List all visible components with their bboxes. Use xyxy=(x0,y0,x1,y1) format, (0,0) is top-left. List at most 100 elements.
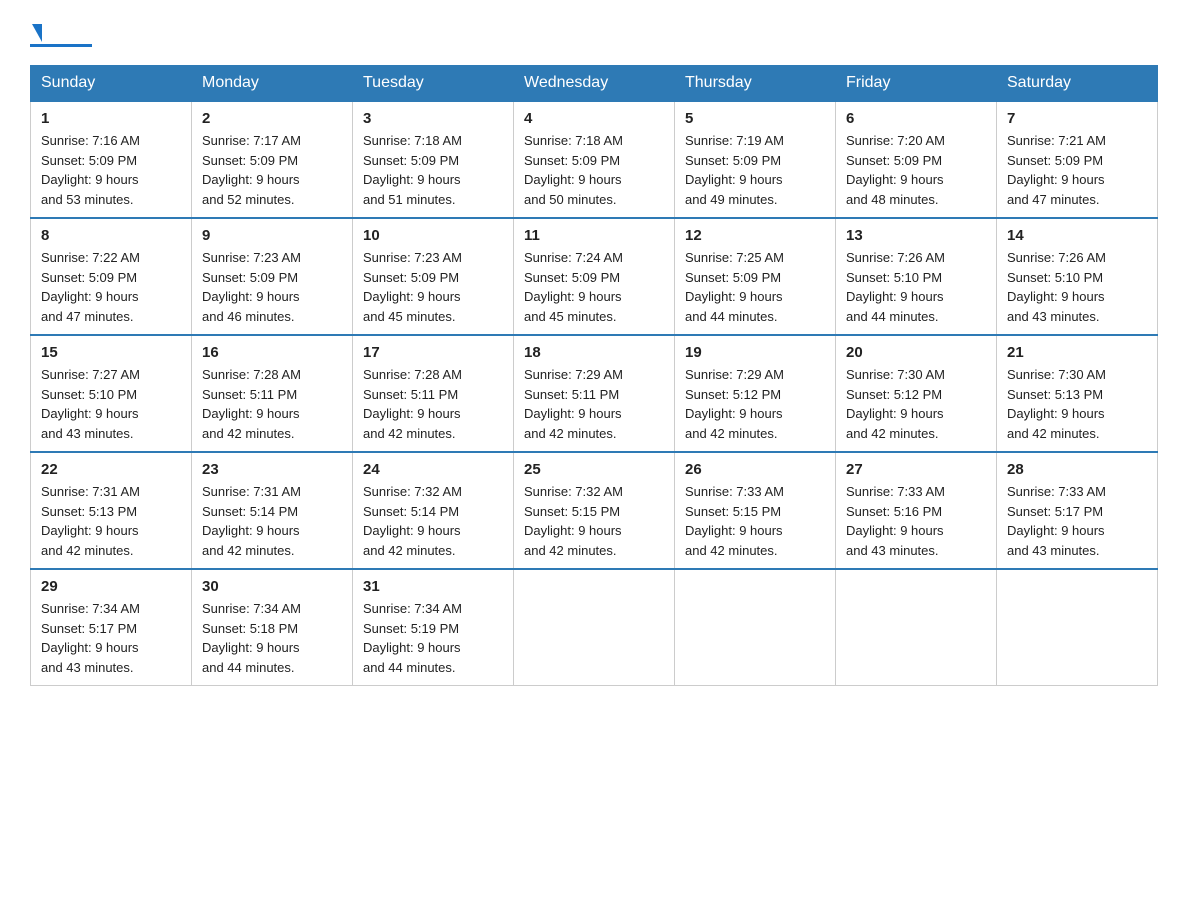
calendar-day-cell: 1 Sunrise: 7:16 AMSunset: 5:09 PMDayligh… xyxy=(31,101,192,218)
day-number: 12 xyxy=(685,227,825,244)
day-number: 7 xyxy=(1007,110,1147,127)
day-info: Sunrise: 7:34 AMSunset: 5:18 PMDaylight:… xyxy=(202,601,301,675)
day-number: 16 xyxy=(202,344,342,361)
day-number: 22 xyxy=(41,461,181,478)
calendar-day-cell xyxy=(675,569,836,686)
calendar-day-cell: 28 Sunrise: 7:33 AMSunset: 5:17 PMDaylig… xyxy=(997,452,1158,569)
day-number: 10 xyxy=(363,227,503,244)
calendar-day-cell: 22 Sunrise: 7:31 AMSunset: 5:13 PMDaylig… xyxy=(31,452,192,569)
calendar-week-row: 22 Sunrise: 7:31 AMSunset: 5:13 PMDaylig… xyxy=(31,452,1158,569)
day-number: 6 xyxy=(846,110,986,127)
calendar-header-cell: Friday xyxy=(836,66,997,102)
calendar-week-row: 15 Sunrise: 7:27 AMSunset: 5:10 PMDaylig… xyxy=(31,335,1158,452)
calendar-day-cell: 18 Sunrise: 7:29 AMSunset: 5:11 PMDaylig… xyxy=(514,335,675,452)
calendar-day-cell: 20 Sunrise: 7:30 AMSunset: 5:12 PMDaylig… xyxy=(836,335,997,452)
day-info: Sunrise: 7:31 AMSunset: 5:13 PMDaylight:… xyxy=(41,484,140,558)
day-number: 13 xyxy=(846,227,986,244)
day-number: 26 xyxy=(685,461,825,478)
day-number: 11 xyxy=(524,227,664,244)
calendar-day-cell xyxy=(836,569,997,686)
day-info: Sunrise: 7:26 AMSunset: 5:10 PMDaylight:… xyxy=(846,250,945,324)
calendar-header-cell: Sunday xyxy=(31,66,192,102)
day-info: Sunrise: 7:17 AMSunset: 5:09 PMDaylight:… xyxy=(202,133,301,207)
calendar-day-cell: 24 Sunrise: 7:32 AMSunset: 5:14 PMDaylig… xyxy=(353,452,514,569)
calendar-week-row: 29 Sunrise: 7:34 AMSunset: 5:17 PMDaylig… xyxy=(31,569,1158,686)
calendar-day-cell: 10 Sunrise: 7:23 AMSunset: 5:09 PMDaylig… xyxy=(353,218,514,335)
day-info: Sunrise: 7:29 AMSunset: 5:12 PMDaylight:… xyxy=(685,367,784,441)
calendar-day-cell xyxy=(997,569,1158,686)
day-number: 25 xyxy=(524,461,664,478)
calendar-day-cell: 17 Sunrise: 7:28 AMSunset: 5:11 PMDaylig… xyxy=(353,335,514,452)
day-info: Sunrise: 7:30 AMSunset: 5:12 PMDaylight:… xyxy=(846,367,945,441)
calendar-table: SundayMondayTuesdayWednesdayThursdayFrid… xyxy=(30,65,1158,686)
calendar-day-cell: 14 Sunrise: 7:26 AMSunset: 5:10 PMDaylig… xyxy=(997,218,1158,335)
day-info: Sunrise: 7:28 AMSunset: 5:11 PMDaylight:… xyxy=(202,367,301,441)
day-number: 4 xyxy=(524,110,664,127)
day-number: 15 xyxy=(41,344,181,361)
calendar-header-cell: Thursday xyxy=(675,66,836,102)
logo-blue xyxy=(30,24,42,42)
day-number: 28 xyxy=(1007,461,1147,478)
day-info: Sunrise: 7:21 AMSunset: 5:09 PMDaylight:… xyxy=(1007,133,1106,207)
day-info: Sunrise: 7:24 AMSunset: 5:09 PMDaylight:… xyxy=(524,250,623,324)
calendar-day-cell: 7 Sunrise: 7:21 AMSunset: 5:09 PMDayligh… xyxy=(997,101,1158,218)
calendar-week-row: 8 Sunrise: 7:22 AMSunset: 5:09 PMDayligh… xyxy=(31,218,1158,335)
day-info: Sunrise: 7:32 AMSunset: 5:15 PMDaylight:… xyxy=(524,484,623,558)
day-info: Sunrise: 7:22 AMSunset: 5:09 PMDaylight:… xyxy=(41,250,140,324)
calendar-day-cell: 29 Sunrise: 7:34 AMSunset: 5:17 PMDaylig… xyxy=(31,569,192,686)
calendar-day-cell: 6 Sunrise: 7:20 AMSunset: 5:09 PMDayligh… xyxy=(836,101,997,218)
day-number: 20 xyxy=(846,344,986,361)
calendar-day-cell: 31 Sunrise: 7:34 AMSunset: 5:19 PMDaylig… xyxy=(353,569,514,686)
day-info: Sunrise: 7:33 AMSunset: 5:16 PMDaylight:… xyxy=(846,484,945,558)
calendar-day-cell: 27 Sunrise: 7:33 AMSunset: 5:16 PMDaylig… xyxy=(836,452,997,569)
day-number: 14 xyxy=(1007,227,1147,244)
logo-underline xyxy=(30,44,92,47)
calendar-day-cell: 21 Sunrise: 7:30 AMSunset: 5:13 PMDaylig… xyxy=(997,335,1158,452)
calendar-day-cell: 25 Sunrise: 7:32 AMSunset: 5:15 PMDaylig… xyxy=(514,452,675,569)
calendar-header-cell: Monday xyxy=(192,66,353,102)
logo-triangle-icon xyxy=(32,24,42,42)
day-info: Sunrise: 7:27 AMSunset: 5:10 PMDaylight:… xyxy=(41,367,140,441)
day-info: Sunrise: 7:18 AMSunset: 5:09 PMDaylight:… xyxy=(363,133,462,207)
day-info: Sunrise: 7:33 AMSunset: 5:17 PMDaylight:… xyxy=(1007,484,1106,558)
calendar-day-cell: 3 Sunrise: 7:18 AMSunset: 5:09 PMDayligh… xyxy=(353,101,514,218)
day-info: Sunrise: 7:23 AMSunset: 5:09 PMDaylight:… xyxy=(363,250,462,324)
header xyxy=(30,20,1158,47)
day-number: 17 xyxy=(363,344,503,361)
day-number: 3 xyxy=(363,110,503,127)
day-number: 21 xyxy=(1007,344,1147,361)
day-number: 9 xyxy=(202,227,342,244)
calendar-day-cell: 13 Sunrise: 7:26 AMSunset: 5:10 PMDaylig… xyxy=(836,218,997,335)
day-info: Sunrise: 7:23 AMSunset: 5:09 PMDaylight:… xyxy=(202,250,301,324)
day-info: Sunrise: 7:20 AMSunset: 5:09 PMDaylight:… xyxy=(846,133,945,207)
calendar-header-row: SundayMondayTuesdayWednesdayThursdayFrid… xyxy=(31,66,1158,102)
day-number: 5 xyxy=(685,110,825,127)
day-number: 23 xyxy=(202,461,342,478)
calendar-day-cell: 16 Sunrise: 7:28 AMSunset: 5:11 PMDaylig… xyxy=(192,335,353,452)
day-info: Sunrise: 7:25 AMSunset: 5:09 PMDaylight:… xyxy=(685,250,784,324)
calendar-day-cell: 2 Sunrise: 7:17 AMSunset: 5:09 PMDayligh… xyxy=(192,101,353,218)
day-number: 1 xyxy=(41,110,181,127)
calendar-day-cell: 11 Sunrise: 7:24 AMSunset: 5:09 PMDaylig… xyxy=(514,218,675,335)
calendar-header-cell: Wednesday xyxy=(514,66,675,102)
calendar-day-cell: 5 Sunrise: 7:19 AMSunset: 5:09 PMDayligh… xyxy=(675,101,836,218)
calendar-day-cell: 15 Sunrise: 7:27 AMSunset: 5:10 PMDaylig… xyxy=(31,335,192,452)
calendar-day-cell: 19 Sunrise: 7:29 AMSunset: 5:12 PMDaylig… xyxy=(675,335,836,452)
calendar-day-cell: 8 Sunrise: 7:22 AMSunset: 5:09 PMDayligh… xyxy=(31,218,192,335)
calendar-body: 1 Sunrise: 7:16 AMSunset: 5:09 PMDayligh… xyxy=(31,101,1158,686)
day-number: 29 xyxy=(41,578,181,595)
calendar-week-row: 1 Sunrise: 7:16 AMSunset: 5:09 PMDayligh… xyxy=(31,101,1158,218)
day-info: Sunrise: 7:31 AMSunset: 5:14 PMDaylight:… xyxy=(202,484,301,558)
day-info: Sunrise: 7:34 AMSunset: 5:17 PMDaylight:… xyxy=(41,601,140,675)
day-info: Sunrise: 7:16 AMSunset: 5:09 PMDaylight:… xyxy=(41,133,140,207)
day-info: Sunrise: 7:28 AMSunset: 5:11 PMDaylight:… xyxy=(363,367,462,441)
day-info: Sunrise: 7:18 AMSunset: 5:09 PMDaylight:… xyxy=(524,133,623,207)
calendar-day-cell: 26 Sunrise: 7:33 AMSunset: 5:15 PMDaylig… xyxy=(675,452,836,569)
calendar-day-cell xyxy=(514,569,675,686)
calendar-day-cell: 12 Sunrise: 7:25 AMSunset: 5:09 PMDaylig… xyxy=(675,218,836,335)
day-info: Sunrise: 7:33 AMSunset: 5:15 PMDaylight:… xyxy=(685,484,784,558)
day-number: 19 xyxy=(685,344,825,361)
day-info: Sunrise: 7:34 AMSunset: 5:19 PMDaylight:… xyxy=(363,601,462,675)
day-number: 30 xyxy=(202,578,342,595)
calendar-day-cell: 30 Sunrise: 7:34 AMSunset: 5:18 PMDaylig… xyxy=(192,569,353,686)
